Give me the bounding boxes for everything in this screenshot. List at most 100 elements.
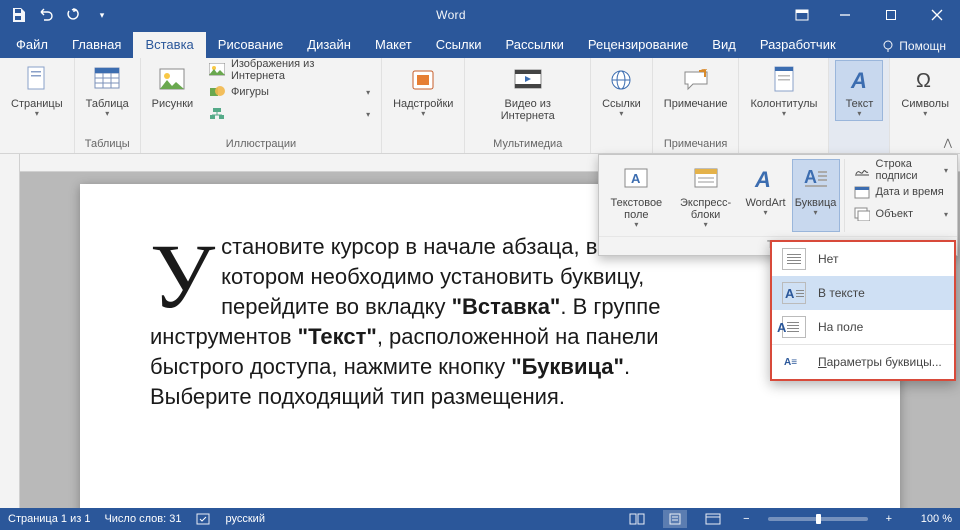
svg-text:Ω: Ω (916, 70, 931, 92)
pages-button[interactable]: Страницы ▾ (6, 60, 68, 121)
signature-line-button[interactable]: Строка подписи ▾ (849, 159, 953, 181)
quickparts-label: Экспресс-блоки (677, 197, 735, 221)
view-print-layout[interactable] (663, 510, 687, 528)
pictures-button[interactable]: Рисунки (147, 60, 198, 114)
zoom-out-button[interactable]: − (739, 513, 753, 525)
tell-me-search[interactable]: Помощн (871, 34, 956, 58)
customize-qat-icon[interactable]: ▾ (90, 3, 114, 27)
online-pictures-icon (209, 62, 225, 78)
tab-review[interactable]: Рецензирование (576, 32, 700, 58)
calendar-icon (854, 184, 870, 200)
chevron-down-icon: ▾ (944, 168, 948, 174)
tables-group-label: Таблицы (81, 136, 134, 153)
comment-label: Примечание (664, 98, 728, 110)
ribbon-display-options-icon[interactable] (782, 3, 822, 27)
zoom-level[interactable]: 100 % (910, 513, 952, 525)
dropcap-menu: Нет A В тексте A На поле A≡ Параметры бу… (770, 240, 956, 381)
online-pictures-button[interactable]: Изображения из Интернета (204, 60, 375, 80)
dropcap-option-intext[interactable]: A В тексте (772, 276, 954, 310)
svg-text:A: A (754, 167, 771, 191)
tab-mailings[interactable]: Рассылки (494, 32, 576, 58)
dropcap-margin-icon: A (782, 316, 806, 338)
redo-icon[interactable] (62, 3, 86, 27)
dropcap-icon: A (800, 163, 832, 195)
dropcap-options-button[interactable]: A≡ Параметры буквицы... (772, 344, 954, 379)
chevron-down-icon: ▾ (421, 111, 425, 117)
table-icon (91, 64, 123, 96)
chevron-down-icon: ▾ (634, 222, 638, 228)
table-button[interactable]: Таблица ▾ (81, 60, 134, 121)
collapse-ribbon-icon[interactable]: ⋀ (944, 138, 952, 149)
comment-button[interactable]: + Примечание (659, 60, 733, 114)
dropcap-letter: У (150, 232, 221, 312)
zoom-slider[interactable] (768, 517, 868, 521)
online-video-label: Видео из Интернета (476, 98, 579, 122)
tab-references[interactable]: Ссылки (424, 32, 494, 58)
symbols-button[interactable]: Ω Символы ▾ (896, 60, 954, 121)
textbox-icon: A (620, 163, 652, 195)
zoom-in-button[interactable]: + (882, 513, 896, 525)
minimize-button[interactable] (822, 0, 868, 30)
shapes-icon (209, 84, 225, 100)
signature-icon (854, 162, 870, 178)
header-footer-icon (768, 64, 800, 96)
pictures-label: Рисунки (152, 98, 194, 110)
ribbon-group-text: A Текст ▾ (829, 58, 890, 153)
online-video-button[interactable]: Видео из Интернета (471, 60, 584, 126)
smartart-icon (209, 106, 225, 122)
proofing-icon[interactable] (196, 512, 212, 526)
paragraph[interactable]: У становите курсор в начале абзаца, в ко… (150, 232, 830, 412)
lightbulb-icon (881, 39, 895, 53)
vertical-ruler[interactable] (0, 154, 20, 508)
signature-line-label: Строка подписи (876, 158, 938, 182)
addins-icon (407, 64, 439, 96)
ribbon-group-links: Ссылки ▾ (591, 58, 653, 153)
svg-text:+: + (701, 69, 707, 76)
tab-draw[interactable]: Рисование (206, 32, 295, 58)
view-web-layout[interactable] (701, 510, 725, 528)
save-icon[interactable] (6, 3, 30, 27)
wordart-button[interactable]: A WordArt ▾ (742, 159, 790, 232)
status-language[interactable]: русский (226, 513, 265, 525)
chevron-down-icon: ▾ (619, 111, 623, 117)
tab-file[interactable]: Файл (4, 32, 60, 58)
status-word-count[interactable]: Число слов: 31 (104, 513, 181, 525)
window-controls (822, 0, 960, 30)
more-illustrations-button[interactable]: ▾ (204, 104, 375, 124)
datetime-button[interactable]: Дата и время (849, 181, 953, 203)
tab-view[interactable]: Вид (700, 32, 748, 58)
shapes-button[interactable]: Фигуры ▾ (204, 82, 375, 102)
tab-insert[interactable]: Вставка (133, 32, 205, 58)
addins-button[interactable]: Надстройки ▾ (388, 60, 458, 121)
header-footer-button[interactable]: Колонтитулы ▾ (745, 60, 822, 121)
dropcap-button[interactable]: A Буквица ▾ (792, 159, 840, 232)
statusbar: Страница 1 из 1 Число слов: 31 русский −… (0, 508, 960, 530)
tab-design[interactable]: Дизайн (295, 32, 363, 58)
tab-layout[interactable]: Макет (363, 32, 424, 58)
textbox-button[interactable]: A Текстовое поле ▾ (603, 159, 670, 232)
omega-icon: Ω (909, 64, 941, 96)
view-read-mode[interactable] (625, 510, 649, 528)
media-group-label: Мультимедиa (471, 136, 584, 153)
tab-developer[interactable]: Разработчик (748, 32, 848, 58)
ribbon-group-illustrations: Рисунки Изображения из Интернета Фигуры … (141, 58, 382, 153)
link-icon (605, 64, 637, 96)
links-button[interactable]: Ссылки ▾ (597, 60, 646, 121)
maximize-button[interactable] (868, 0, 914, 30)
dropcap-option-margin[interactable]: A На поле (772, 310, 954, 344)
ribbon-group-comments: + Примечание Примечания (653, 58, 740, 153)
tab-home[interactable]: Главная (60, 32, 133, 58)
text-button[interactable]: A Текст ▾ (835, 60, 883, 121)
quickparts-button[interactable]: Экспресс-блоки ▾ (672, 159, 740, 232)
ribbon-group-addins: Надстройки ▾ (382, 58, 465, 153)
status-page[interactable]: Страница 1 из 1 (8, 513, 90, 525)
dropcap-option-none[interactable]: Нет (772, 242, 954, 276)
close-button[interactable] (914, 0, 960, 30)
online-pictures-label: Изображения из Интернета (231, 58, 370, 82)
chevron-down-icon: ▾ (814, 210, 818, 216)
undo-icon[interactable] (34, 3, 58, 27)
titlebar: ▾ Word (0, 0, 960, 30)
object-button[interactable]: Объект ▾ (849, 203, 953, 225)
window-title: Word (120, 8, 782, 22)
text-icon: A (843, 64, 875, 96)
